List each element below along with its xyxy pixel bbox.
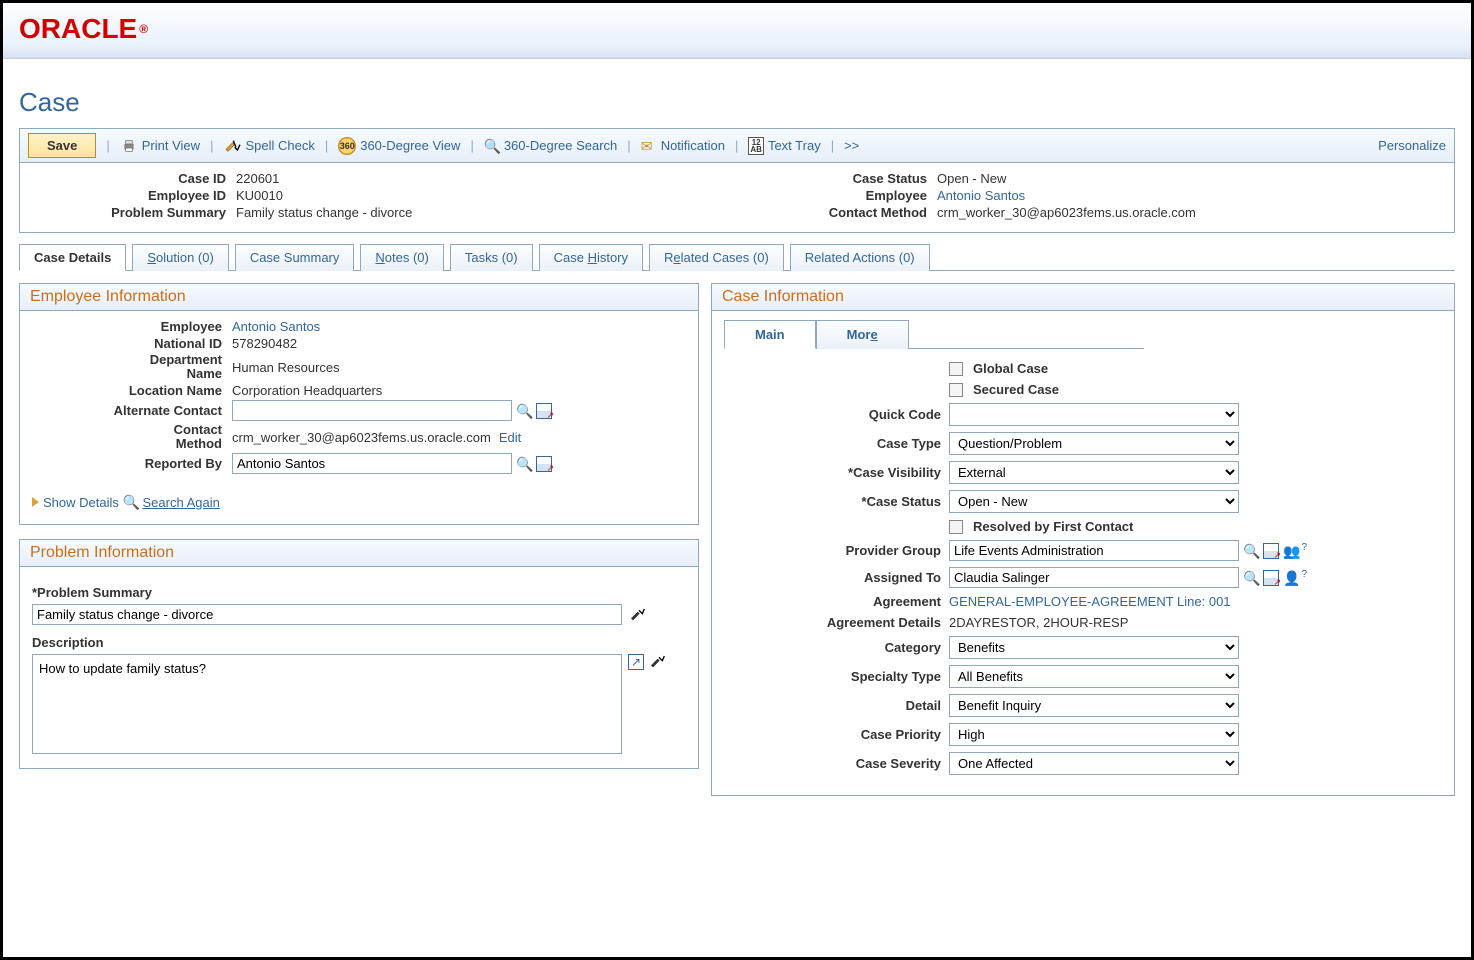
- problem-info-title: Problem Information: [20, 540, 698, 567]
- suggest-person-icon[interactable]: [1283, 570, 1299, 586]
- resolved-first-checkbox[interactable]: [949, 520, 963, 534]
- related-icon[interactable]: [536, 456, 552, 472]
- detail-select[interactable]: Benefit Inquiry: [949, 694, 1239, 717]
- edit-contact-link[interactable]: Edit: [499, 430, 521, 445]
- reported-by-input[interactable]: [232, 453, 512, 474]
- case-visibility-select[interactable]: External: [949, 461, 1239, 484]
- provider-group-input[interactable]: [949, 540, 1239, 561]
- case-id-label: Case ID: [36, 171, 236, 186]
- severity-select[interactable]: One Affected: [949, 752, 1239, 775]
- secured-case-checkbox[interactable]: [949, 383, 963, 397]
- location-value: Corporation Headquarters: [232, 383, 686, 398]
- department-value: Human Resources: [232, 360, 686, 375]
- lookup-icon[interactable]: [1243, 570, 1259, 586]
- triangle-icon: [32, 497, 39, 507]
- case-info-subtabs: Main More: [724, 319, 1144, 349]
- text-tray-icon: 12AB: [748, 137, 764, 155]
- magnifier-icon: [484, 138, 500, 154]
- national-id-value: 578290482: [232, 336, 686, 351]
- case-type-select[interactable]: Question/Problem: [949, 432, 1239, 455]
- show-details-link[interactable]: Show Details: [32, 495, 119, 510]
- toolbar: Save | Print View | Spell Check | 360 36…: [19, 128, 1455, 163]
- case-info-title: Case Information: [712, 284, 1454, 311]
- text-tray-link[interactable]: 12AB Text Tray: [748, 137, 820, 155]
- tab-tasks[interactable]: Tasks (0): [450, 244, 533, 271]
- tab-case-history[interactable]: Case History: [539, 244, 643, 271]
- case-status-value: Open - New: [937, 171, 1006, 186]
- contact-method-text: crm_worker_30@ap6023fems.us.oracle.com: [232, 430, 491, 445]
- employee-label: Employee: [737, 188, 937, 203]
- problem-summary-field-label: *Problem Summary: [32, 585, 686, 600]
- subtab-main[interactable]: Main: [724, 320, 816, 349]
- lookup-icon[interactable]: [516, 456, 532, 472]
- quick-code-select[interactable]: [949, 403, 1239, 426]
- agreement-details-value: 2DAYRESTOR, 2HOUR-RESP: [949, 615, 1128, 630]
- problem-summary-value: Family status change - divorce: [236, 205, 412, 220]
- lookup-icon[interactable]: [516, 403, 532, 419]
- tabs: Case Details Solution (0) Case Summary N…: [19, 243, 1455, 271]
- case-status-label: Case Status: [737, 171, 937, 186]
- specialty-select[interactable]: All Benefits: [949, 665, 1239, 688]
- personalize-link[interactable]: Personalize: [1378, 138, 1446, 153]
- problem-info-panel: Problem Information *Problem Summary Des…: [19, 539, 699, 769]
- contact-method-label: Contact Method: [737, 205, 937, 220]
- 360-view-link[interactable]: 360 360-Degree View: [338, 137, 460, 155]
- lookup-icon[interactable]: [1243, 543, 1259, 559]
- tab-related-cases[interactable]: Related Cases (0): [649, 244, 784, 271]
- case-summary-box: Case ID220601 Employee IDKU0010 Problem …: [19, 163, 1455, 233]
- global-case-checkbox[interactable]: [949, 362, 963, 376]
- 360-icon: 360: [338, 137, 356, 155]
- tab-notes[interactable]: Notes (0): [360, 244, 443, 271]
- tab-case-details[interactable]: Case Details: [19, 244, 126, 271]
- related-icon[interactable]: [1263, 570, 1279, 586]
- notification-icon: [641, 138, 657, 154]
- search-again-link[interactable]: Search Again: [123, 494, 220, 510]
- description-textarea[interactable]: [32, 654, 622, 754]
- case-id-value: 220601: [236, 171, 279, 186]
- tab-related-actions[interactable]: Related Actions (0): [790, 244, 930, 271]
- employee-id-label: Employee ID: [36, 188, 236, 203]
- case-status-select[interactable]: Open - New: [949, 490, 1239, 513]
- category-select[interactable]: Benefits: [949, 636, 1239, 659]
- employee-info-panel: Employee Information EmployeeAntonio San…: [19, 283, 699, 525]
- 360-search-link[interactable]: 360-Degree Search: [484, 138, 617, 154]
- spell-check-icon: [223, 138, 241, 154]
- notification-link[interactable]: Notification: [641, 138, 725, 154]
- alt-contact-input[interactable]: [232, 400, 512, 421]
- toolbar-more[interactable]: >>: [844, 138, 859, 153]
- description-field-label: Description: [32, 635, 686, 650]
- case-info-panel: Case Information Main More Global Case S…: [711, 283, 1455, 796]
- employee-name-link[interactable]: Antonio Santos: [232, 319, 320, 334]
- popout-icon[interactable]: [628, 654, 644, 670]
- employee-link[interactable]: Antonio Santos: [937, 188, 1025, 203]
- assigned-to-input[interactable]: [949, 567, 1239, 588]
- employee-info-title: Employee Information: [20, 284, 698, 311]
- subtab-more[interactable]: More: [816, 320, 909, 349]
- save-button[interactable]: Save: [28, 133, 96, 158]
- tab-solution[interactable]: Solution (0): [132, 244, 228, 271]
- related-icon[interactable]: [536, 403, 552, 419]
- agreement-link[interactable]: GENERAL-EMPLOYEE-AGREEMENT Line: 001: [949, 594, 1231, 609]
- print-view-link[interactable]: Print View: [120, 138, 200, 154]
- priority-select[interactable]: High: [949, 723, 1239, 746]
- suggest-group-icon[interactable]: [1283, 543, 1299, 559]
- problem-summary-input[interactable]: [32, 604, 622, 625]
- printer-icon: [120, 138, 138, 154]
- tab-case-summary[interactable]: Case Summary: [235, 244, 355, 271]
- spell-check-link[interactable]: Spell Check: [223, 138, 314, 154]
- employee-id-value: KU0010: [236, 188, 283, 203]
- contact-method-value: crm_worker_30@ap6023fems.us.oracle.com: [937, 205, 1196, 220]
- spell-check-icon[interactable]: [628, 607, 646, 623]
- problem-summary-label: Problem Summary: [36, 205, 236, 220]
- related-icon[interactable]: [1263, 543, 1279, 559]
- page-title: Case: [19, 87, 1455, 118]
- magnifier-icon: [123, 494, 139, 510]
- spell-check-icon[interactable]: [648, 654, 666, 670]
- oracle-logo: ORACLE®: [19, 13, 148, 45]
